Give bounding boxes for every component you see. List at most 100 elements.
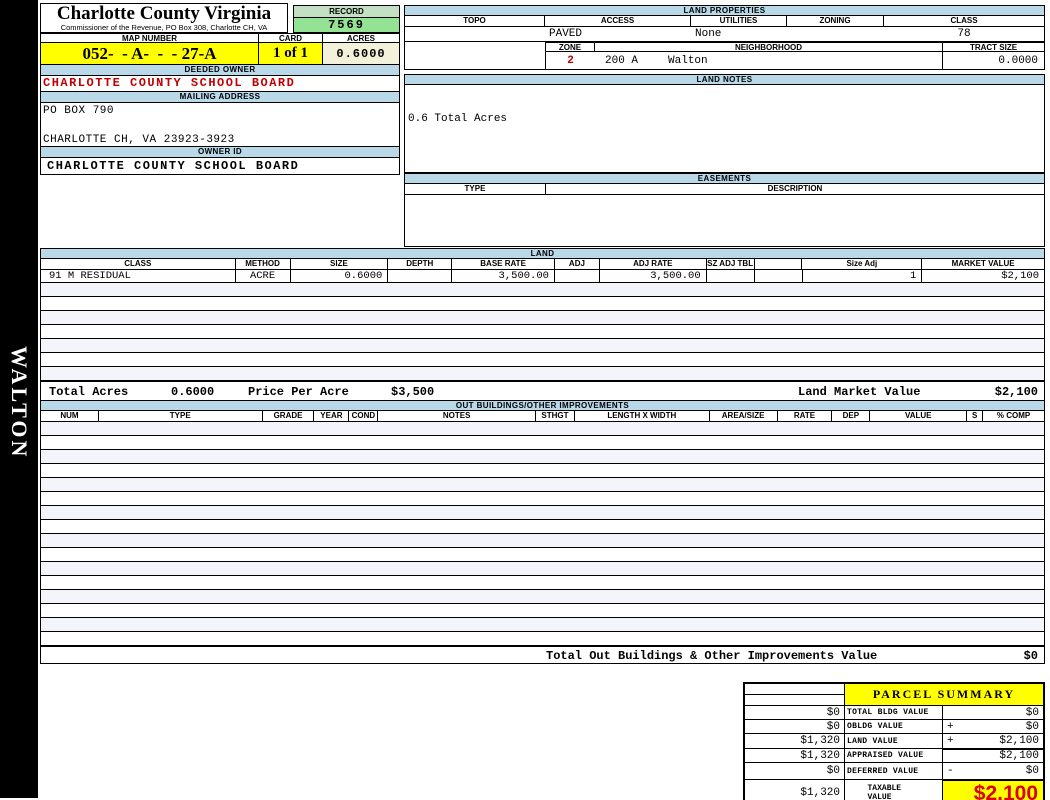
county-title-box: Charlotte County Virginia Commissioner o…	[40, 3, 288, 33]
land-cell-method: ACRE	[236, 270, 291, 282]
land-column-headers: CLASS METHOD SIZE DEPTH BASE RATE ADJ ADJ RATE…	[40, 259, 1045, 270]
tract-size-value: 0.0000	[943, 52, 1045, 69]
land-properties-header: LAND PROPERTIES	[404, 5, 1045, 16]
ob-col-value: VALUE	[870, 411, 968, 421]
empty-row	[41, 534, 1044, 548]
taxable-value-amount: $2,100	[942, 779, 1043, 800]
neighborhood-code: 200 A	[605, 54, 639, 67]
owner-id-header: OWNER ID	[40, 147, 400, 158]
card-value: 1 of 1	[258, 43, 322, 65]
total-acres-label: Total Acres	[49, 385, 129, 399]
empty-row	[41, 506, 1044, 520]
summary-prior-value: $0	[745, 706, 845, 719]
summary-label: LAND VALUE	[847, 736, 899, 746]
zone-value: 2	[567, 54, 574, 67]
summary-value: $0	[1025, 720, 1039, 733]
land-col-adj: ADJ	[555, 259, 600, 269]
land-notes-body: 0.6 Total Acres	[404, 85, 1045, 173]
empty-row	[41, 464, 1044, 478]
empty-row	[41, 562, 1044, 576]
land-col-class: CLASS	[41, 259, 236, 269]
land-cell-sz_adj_tbl	[707, 270, 755, 282]
summary-label: APPRAISED VALUE	[847, 751, 924, 760]
land-col-adj-rate: ADJ RATE	[600, 259, 707, 269]
mailing-address-line1: PO BOX 790	[43, 105, 115, 117]
neighborhood-value: 200 A Walton	[595, 52, 943, 69]
summary-prior-value: $0	[745, 763, 845, 779]
easement-description-label: DESCRIPTION	[767, 184, 823, 193]
header-block: Charlotte County Virginia Commissioner o…	[40, 3, 400, 175]
deeded-owner-header: DEEDED OWNER	[40, 65, 400, 76]
parcel-summary: PARCEL SUMMARY $0 TOTAL BLDG VALUE $0 $0 OBL…	[743, 682, 1045, 800]
deeded-owner-value: CHARLOTTE COUNTY SCHOOL BOARD	[40, 76, 400, 92]
ob-col-dep: DEP	[832, 411, 871, 421]
out-buildings-header: OUT BUILDINGS/OTHER IMPROVEMENTS	[40, 400, 1045, 411]
land-market-value: $2,100	[994, 385, 1038, 399]
out-buildings-total-value: $0	[1023, 649, 1038, 663]
empty-row	[41, 478, 1044, 492]
empty-row	[41, 311, 1044, 325]
mailing-address-box: PO BOX 790 CHARLOTTE CH, VA 23923-3923	[40, 103, 400, 147]
price-per-acre-label: Price Per Acre	[248, 385, 349, 399]
empty-row	[41, 590, 1044, 604]
summary-value: $2,100	[999, 735, 1039, 747]
zoning-column-label: ZONING	[787, 16, 884, 26]
card-label: CARD	[258, 33, 322, 43]
taxable-prior-value: $1,320	[745, 780, 845, 800]
mailing-address-header: MAILING ADDRESS	[40, 92, 400, 103]
taxable-value-row: $1,320 TAXABLE VALUE $2,100	[745, 779, 1043, 800]
land-notes-header: LAND NOTES	[404, 74, 1045, 85]
land-cell-adj_rate: 3,500.00	[600, 270, 707, 282]
summary-opval: + $0	[942, 720, 1043, 733]
summary-prior-value: $0	[745, 720, 845, 733]
topo-column-label: TOPO	[405, 16, 545, 26]
record-label: RECORD	[293, 5, 400, 18]
empty-row	[41, 436, 1044, 450]
owner-id-value: CHARLOTTE COUNTY SCHOOL BOARD	[40, 158, 400, 175]
summary-row-deferred-value: $0 DEFERRED VALUE - $0	[745, 762, 1043, 779]
tract-size-column-label: TRACT SIZE	[943, 42, 1045, 52]
land-totals-row: Total Acres 0.6000 Price Per Acre $3,500…	[40, 381, 1045, 401]
utilities-value: None	[695, 28, 722, 40]
ob-col-area-size: AREA/SIZE	[710, 411, 778, 421]
land-section-header: LAND	[40, 248, 1045, 259]
summary-prior-value: $1,320	[745, 749, 845, 762]
empty-row	[41, 520, 1044, 534]
summary-opval: $2,100	[942, 748, 1043, 762]
total-acres-value: 0.6000	[171, 385, 215, 399]
topo-empty-cell2	[404, 52, 546, 69]
empty-row	[41, 283, 1044, 297]
summary-prior-value: $1,320	[745, 734, 845, 748]
neighborhood-column-label: NEIGHBORHOOD	[595, 42, 943, 52]
summary-row-appraised-value: $1,320 APPRAISED VALUE $2,100	[745, 748, 1043, 762]
ob-col-year: YEAR	[314, 411, 350, 421]
land-cell-adj	[555, 270, 600, 282]
property-record-card: WALTON Charlotte County Virginia Commiss…	[0, 0, 1050, 800]
ob-col-cond: COND	[349, 411, 379, 421]
ob-col-notes: NOTES	[378, 411, 537, 421]
ob-col-grade: GRADE	[263, 411, 315, 421]
land-section: LAND CLASS METHOD SIZE DEPTH BASE RATE ADJ ADJ…	[40, 248, 1045, 401]
land-col-sz-adj-tbl: SZ ADJ TBL	[707, 259, 755, 269]
out-buildings-total-label: Total Out Buildings & Other Improvements…	[546, 649, 878, 663]
taxable-value-label: TAXABLE VALUE	[867, 784, 902, 800]
land-cell-size_adj: 1	[803, 270, 923, 282]
record-value: 7569	[293, 18, 400, 33]
topo-empty-cell	[404, 42, 546, 52]
summary-value: $2,100	[999, 750, 1039, 762]
empty-row	[41, 632, 1044, 646]
access-column-label: ACCESS	[545, 16, 691, 26]
empty-row	[41, 367, 1044, 381]
land-col-market-value: MARKET VALUE	[951, 259, 1015, 268]
ob-col-type: TYPE	[99, 411, 263, 421]
empty-row	[41, 339, 1044, 353]
out-buildings-column-headers: NUM TYPE GRADE YEAR COND NOTES STHGT LENGTH X W…	[40, 411, 1045, 422]
land-properties-block: LAND PROPERTIES TOPO ACCESS UTILITIES ZO…	[404, 5, 1045, 247]
empty-row	[41, 548, 1044, 562]
map-number-label: MAP NUMBER	[40, 33, 258, 43]
land-col-base-rate: BASE RATE	[452, 259, 555, 269]
ob-col--comp: % COMP	[996, 411, 1031, 420]
neighborhood-name: Walton	[668, 54, 708, 67]
land-cell-base_rate: 3,500.00	[452, 270, 555, 282]
price-per-acre-value: $3,500	[391, 385, 435, 399]
